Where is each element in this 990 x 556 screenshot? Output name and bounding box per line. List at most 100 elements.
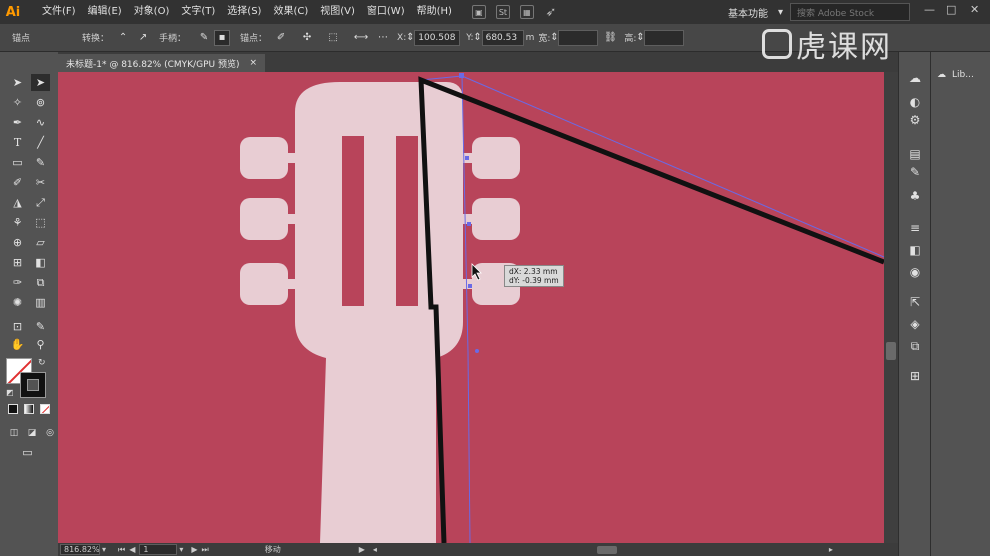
scroll-right-icon[interactable]: ▸ <box>829 545 833 554</box>
cut-path-icon[interactable]: ⬚ <box>325 30 341 46</box>
brushes-icon[interactable]: ✎ <box>907 164 923 180</box>
show-handles-icon[interactable]: ✎ <box>196 30 212 46</box>
y-stepper-icon[interactable]: ⇕ <box>473 30 481 46</box>
column-graph-tool-icon[interactable]: ▥ <box>31 294 50 311</box>
stock-search-input[interactable]: 搜索 Adobe Stock <box>790 3 910 21</box>
type-tool-icon[interactable]: T <box>8 134 27 151</box>
paintbrush-tool-icon[interactable]: ✎ <box>31 154 50 171</box>
color-mode-icon[interactable] <box>8 404 18 414</box>
last-artboard-icon[interactable]: ⏭ <box>202 545 209 555</box>
previous-artboard-icon[interactable]: ◀ <box>129 545 135 554</box>
first-artboard-icon[interactable]: ⏮ <box>118 545 125 555</box>
curvature-tool-icon[interactable]: ∿ <box>31 114 50 131</box>
color-guide-icon[interactable]: ◐ <box>907 94 923 110</box>
eyedropper-tool-icon[interactable]: ✑ <box>8 274 27 291</box>
draw-normal-icon[interactable]: ◫ <box>8 424 20 441</box>
gradient-tool-icon[interactable]: ◧ <box>31 254 50 271</box>
cc-libraries-icon[interactable]: ☁ <box>907 70 923 86</box>
scissors-tool-icon[interactable]: ✂ <box>31 174 50 191</box>
status-menu-icon[interactable]: ▶ <box>359 545 365 554</box>
screen-mode-icon[interactable]: ▭ <box>18 444 37 461</box>
blend-tool-icon[interactable]: ⧉ <box>31 274 50 291</box>
none-mode-icon[interactable] <box>40 404 50 414</box>
isolate-icon[interactable]: ⋯ <box>375 30 391 46</box>
direct-selection-tool-icon[interactable]: ➤ <box>31 74 50 91</box>
menu-select[interactable]: 选择(S) <box>221 0 267 24</box>
guitar-headstock[interactable] <box>240 82 520 543</box>
menu-edit[interactable]: 编辑(E) <box>82 0 128 24</box>
gradient-panel-icon[interactable]: ◧ <box>907 242 923 258</box>
slice-tool-icon[interactable]: ✎ <box>31 318 50 335</box>
horizontal-scroll-thumb[interactable] <box>596 545 617 554</box>
zoom-dropdown-icon[interactable]: ▾ <box>102 545 106 554</box>
workspace-switcher[interactable]: 基本功能 ▾ <box>722 3 789 21</box>
height-field[interactable] <box>644 29 685 46</box>
x-stepper-icon[interactable]: ⇕ <box>406 30 414 46</box>
navigator-icon[interactable]: ▤ <box>907 146 923 162</box>
gradient-mode-icon[interactable] <box>24 404 34 414</box>
pen-tool-icon[interactable]: ✒ <box>8 114 27 131</box>
mesh-tool-icon[interactable]: ⊞ <box>8 254 27 271</box>
stock-icon[interactable]: St <box>495 5 510 19</box>
menu-file[interactable]: 文件(F) <box>36 0 82 24</box>
swap-fill-stroke-icon[interactable]: ↻ <box>38 358 46 368</box>
remove-anchor-icon[interactable]: ✐ <box>273 30 289 46</box>
appearance-icon[interactable]: ⚙ <box>907 112 923 128</box>
reflect-tool-icon[interactable]: ◮ <box>8 194 27 211</box>
artboard-tool-icon[interactable]: ⊡ <box>8 318 27 335</box>
document-tab[interactable]: 未标题-1* @ 816.82% (CMYK/GPU 预览) × <box>58 54 265 72</box>
free-transform-tool-icon[interactable]: ⬚ <box>31 214 50 231</box>
symbols-icon[interactable]: ♣ <box>907 188 923 204</box>
rectangle-tool-icon[interactable]: ▭ <box>8 154 27 171</box>
artboards-icon[interactable]: ⧉ <box>907 338 923 354</box>
convert-smooth-icon[interactable]: ↗ <box>135 30 151 46</box>
arrange-documents-icon[interactable]: ▦ <box>519 5 534 19</box>
artboard-dropdown-icon[interactable]: ▾ <box>179 545 183 554</box>
align-anchors-icon[interactable]: ⟷ <box>353 30 369 46</box>
height-stepper-icon[interactable]: ⇕ <box>636 30 644 46</box>
menu-view[interactable]: 视图(V) <box>314 0 361 24</box>
libraries-tab[interactable]: ☁ Lib... <box>937 70 974 80</box>
draw-behind-icon[interactable]: ◪ <box>26 424 38 441</box>
menu-help[interactable]: 帮助(H) <box>411 0 458 24</box>
scroll-left-icon[interactable]: ◂ <box>373 545 377 554</box>
connect-anchors-icon[interactable]: ✣ <box>299 30 315 46</box>
export-icon[interactable]: ⇱ <box>907 294 923 310</box>
shape-builder-tool-icon[interactable]: ⊕ <box>8 234 27 251</box>
menu-effect[interactable]: 效果(C) <box>267 0 314 24</box>
scroll-thumb[interactable] <box>886 342 896 360</box>
next-artboard-icon[interactable]: ▶ <box>191 545 197 554</box>
vertical-scrollbar[interactable] <box>884 72 898 543</box>
hide-handles-icon[interactable]: ▪ <box>214 29 231 46</box>
close-tab-icon[interactable]: × <box>249 58 257 68</box>
scale-tool-icon[interactable]: ⤢ <box>31 194 50 211</box>
symbol-sprayer-tool-icon[interactable]: ✺ <box>8 294 27 311</box>
default-colors-icon[interactable]: ◩ <box>6 388 14 397</box>
transparency-icon[interactable]: ◉ <box>907 264 923 280</box>
constrain-link-icon[interactable]: ⛓ <box>602 30 618 46</box>
perspective-grid-tool-icon[interactable]: ▱ <box>31 234 50 251</box>
pathfinder-icon[interactable]: ⊞ <box>907 368 923 384</box>
menu-type[interactable]: 文字(T) <box>175 0 221 24</box>
close-button[interactable]: ✕ <box>970 3 979 16</box>
maximize-button[interactable]: □ <box>946 3 956 16</box>
selection-tool-icon[interactable]: ➤ <box>8 74 27 91</box>
zoom-field[interactable]: 816.82% <box>60 544 100 555</box>
menu-window[interactable]: 窗口(W) <box>361 0 411 24</box>
artboard-number-field[interactable]: 1 <box>139 544 178 555</box>
draw-inside-icon[interactable]: ◎ <box>44 424 56 441</box>
menu-object[interactable]: 对象(O) <box>128 0 176 24</box>
lasso-tool-icon[interactable]: ⊚ <box>31 94 50 111</box>
magic-wand-tool-icon[interactable]: ✧ <box>8 94 27 111</box>
stroke-swatch[interactable] <box>20 372 46 398</box>
zoom-tool-icon[interactable]: ⚲ <box>31 336 50 353</box>
bridge-icon[interactable]: ▣ <box>471 5 486 19</box>
artboard-canvas[interactable]: dX: 2.33 mm dY: -0.39 mm <box>58 72 884 543</box>
y-field[interactable]: 680.53 <box>481 29 524 46</box>
width-stepper-icon[interactable]: ⇕ <box>550 30 558 46</box>
convert-corner-icon[interactable]: ⌃ <box>115 30 131 46</box>
shaper-tool-icon[interactable]: ✐ <box>8 174 27 191</box>
gpu-performance-icon[interactable]: ➶ <box>544 5 558 20</box>
layers-icon[interactable]: ◈ <box>907 316 923 332</box>
line-segment-tool-icon[interactable]: ╱ <box>31 134 50 151</box>
